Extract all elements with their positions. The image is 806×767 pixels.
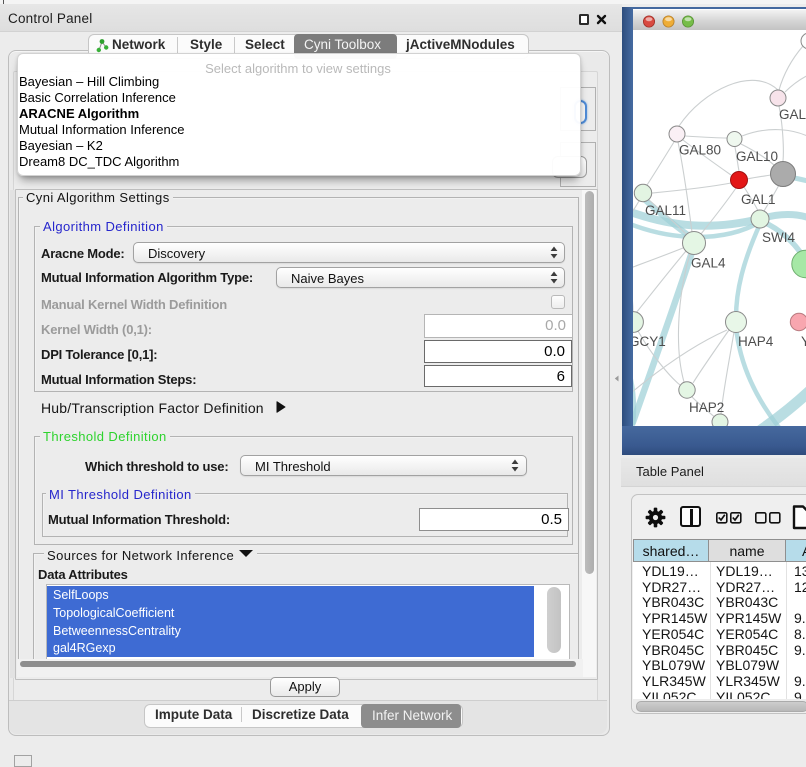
svg-text:GAL10: GAL10 <box>736 149 778 164</box>
svg-text:GAL11: GAL11 <box>645 203 686 218</box>
svg-text:GAL4: GAL4 <box>691 256 726 271</box>
svg-text:GAL1: GAL1 <box>741 192 776 207</box>
svg-text:GAL80: GAL80 <box>679 143 721 158</box>
svg-text:SWI4: SWI4 <box>762 230 795 245</box>
svg-text:GAL: GAL <box>779 107 806 122</box>
svg-text:GCY1: GCY1 <box>633 334 666 349</box>
svg-text:HAP4: HAP4 <box>738 334 774 349</box>
svg-text:HAP2: HAP2 <box>689 400 724 415</box>
svg-text:Y: Y <box>801 334 806 349</box>
